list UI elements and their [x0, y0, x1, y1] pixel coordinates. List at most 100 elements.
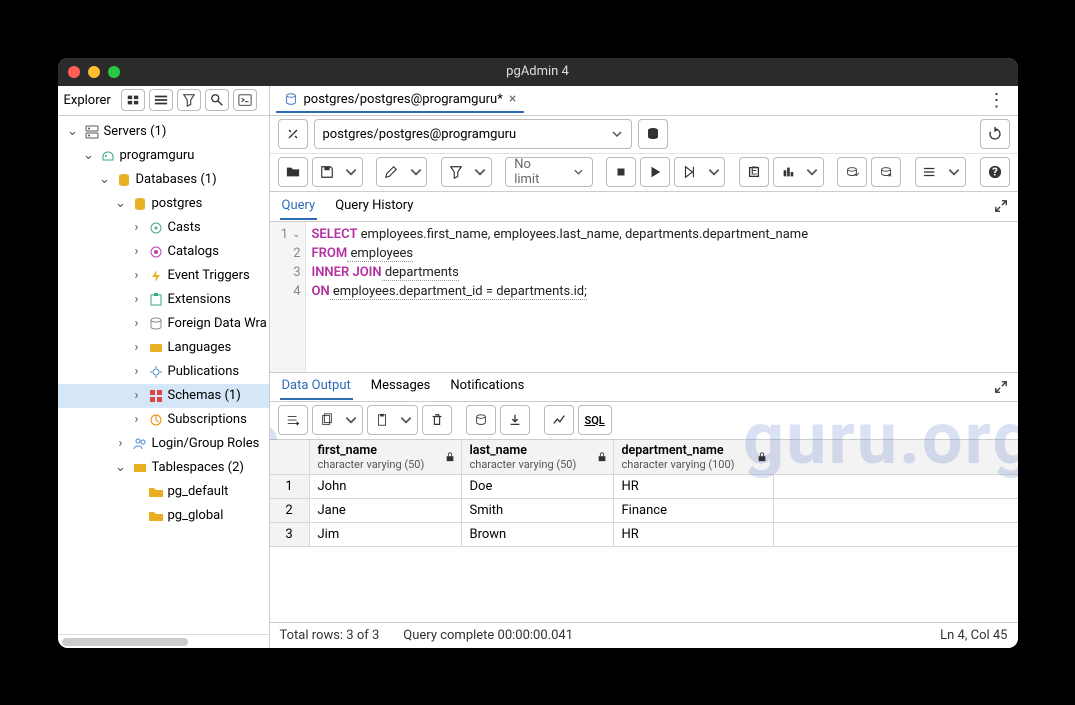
status-time: Query complete 00:00:00.041 — [403, 628, 573, 643]
object-tree[interactable]: ⌄Servers (1)⌄programguru⌄Databases (1)⌄p… — [58, 116, 269, 634]
delete-row-button[interactable] — [422, 405, 452, 435]
connection-selector[interactable]: postgres/postgres@programguru — [314, 119, 632, 149]
svg-text:E: E — [751, 165, 758, 178]
explain-button[interactable] — [674, 157, 704, 187]
tab-notifications[interactable]: Notifications — [448, 373, 526, 400]
row-limit-selector[interactable]: No limit — [505, 157, 593, 187]
tab-query-history[interactable]: Query History — [333, 193, 415, 220]
macros-button[interactable] — [915, 157, 945, 187]
save-dropdown[interactable] — [341, 157, 363, 187]
tree-node[interactable]: pg_default — [58, 480, 269, 504]
edit-dropdown[interactable] — [405, 157, 427, 187]
horizontal-scrollbar[interactable] — [58, 634, 269, 648]
expand-output-icon[interactable] — [994, 380, 1008, 394]
query-tool-icon[interactable] — [121, 89, 145, 111]
tree-node[interactable]: ›Extensions — [58, 288, 269, 312]
add-row-button[interactable] — [278, 405, 308, 435]
query-toolbar: No limit E ? — [270, 154, 1018, 192]
tree-node[interactable]: ⌄Databases (1) — [58, 168, 269, 192]
tree-node[interactable]: ›Event Triggers — [58, 264, 269, 288]
tab-menu-icon[interactable]: ⋮ — [982, 90, 1012, 111]
search-icon[interactable] — [205, 89, 229, 111]
column-header[interactable]: department_namecharacter varying (100) — [614, 440, 774, 474]
execute-button[interactable] — [640, 157, 670, 187]
macros-dropdown[interactable] — [944, 157, 966, 187]
tree-node[interactable]: ›Schemas (1) — [58, 384, 269, 408]
tree-node[interactable]: ›Subscriptions — [58, 408, 269, 432]
sidebar: Explorer ⌄Servers (1)⌄programguru⌄Databa… — [58, 86, 270, 648]
explain-analyze-button[interactable]: E — [739, 157, 769, 187]
sql-editor[interactable]: 1⌄ 234 SELECT employees.first_name, empl… — [270, 222, 1018, 372]
view-data-icon[interactable] — [149, 89, 173, 111]
paste-dropdown[interactable] — [396, 405, 418, 435]
status-rows: Total rows: 3 of 3 — [280, 628, 380, 643]
rollback-button[interactable] — [871, 157, 901, 187]
edit-button[interactable] — [376, 157, 406, 187]
copy-dropdown[interactable] — [341, 405, 363, 435]
sql-view-button[interactable]: SQL — [578, 405, 612, 435]
sidebar-title: Explorer — [58, 93, 117, 108]
commit-button[interactable] — [837, 157, 867, 187]
explain-options-dropdown[interactable] — [802, 157, 824, 187]
paste-button[interactable] — [367, 405, 397, 435]
save-file-button[interactable] — [312, 157, 342, 187]
psql-icon[interactable] — [233, 89, 257, 111]
editor-tab[interactable]: postgres/postgres@programguru* × — [276, 87, 525, 113]
column-header[interactable]: first_namecharacter varying (50) — [310, 440, 462, 474]
chevron-down-icon — [573, 166, 584, 178]
filter-dropdown[interactable] — [470, 157, 492, 187]
main-panel: pro guru.org postgres/postgres@programgu… — [270, 86, 1018, 648]
table-row[interactable]: 3JimBrownHR — [270, 523, 1018, 547]
svg-text:?: ? — [992, 165, 998, 179]
tree-node[interactable]: ›Foreign Data Wra — [58, 312, 269, 336]
tree-node[interactable]: ⌄Servers (1) — [58, 120, 269, 144]
expand-editor-icon[interactable] — [994, 199, 1008, 213]
results-grid: first_namecharacter varying (50) last_na… — [270, 440, 1018, 547]
save-data-button[interactable] — [466, 405, 496, 435]
tab-data-output[interactable]: Data Output — [280, 373, 353, 400]
copy-button[interactable] — [312, 405, 342, 435]
tree-node[interactable]: ⌄programguru — [58, 144, 269, 168]
download-button[interactable] — [500, 405, 530, 435]
table-row[interactable]: 2JaneSmithFinance — [270, 499, 1018, 523]
lock-icon — [757, 452, 767, 462]
tab-query[interactable]: Query — [280, 193, 318, 220]
tab-messages[interactable]: Messages — [369, 373, 433, 400]
connection-status-icon[interactable] — [278, 119, 308, 149]
explain-options-button[interactable] — [773, 157, 803, 187]
help-button[interactable]: ? — [980, 157, 1010, 187]
reset-layout-icon[interactable] — [980, 119, 1010, 149]
lock-icon — [597, 452, 607, 462]
connection-label: postgres/postgres@programguru — [323, 127, 517, 142]
table-row[interactable]: 1JohnDoeHR — [270, 475, 1018, 499]
close-tab-icon[interactable]: × — [509, 91, 516, 107]
tree-node[interactable]: ⌄Tablespaces (2) — [58, 456, 269, 480]
tree-node[interactable]: ›Languages — [58, 336, 269, 360]
explain-dropdown[interactable] — [703, 157, 725, 187]
lock-icon — [445, 452, 455, 462]
open-file-button[interactable] — [278, 157, 308, 187]
status-bar: Total rows: 3 of 3 Query complete 00:00:… — [270, 622, 1018, 648]
tree-node[interactable]: ›Casts — [58, 216, 269, 240]
filter-rows-icon[interactable] — [177, 89, 201, 111]
app-window: pgAdmin 4 Explorer ⌄Servers (1)⌄programg… — [58, 58, 1018, 648]
database-icon — [284, 92, 298, 106]
tree-node[interactable]: ›Publications — [58, 360, 269, 384]
graph-button[interactable] — [544, 405, 574, 435]
column-header[interactable]: last_namecharacter varying (50) — [462, 440, 614, 474]
stop-button[interactable] — [606, 157, 636, 187]
line-gutter: 1⌄ 234 — [270, 222, 306, 372]
limit-label: No limit — [514, 157, 555, 187]
window-title: pgAdmin 4 — [58, 64, 1018, 79]
filter-button[interactable] — [441, 157, 471, 187]
results-toolbar: SQL — [270, 402, 1018, 440]
status-cursor: Ln 4, Col 45 — [940, 628, 1007, 643]
row-header-corner — [270, 440, 310, 474]
tree-node[interactable]: pg_global — [58, 504, 269, 528]
chevron-down-icon — [611, 128, 623, 140]
tree-node[interactable]: ›Catalogs — [58, 240, 269, 264]
tree-node[interactable]: ⌄postgres — [58, 192, 269, 216]
tree-node[interactable]: ›Login/Group Roles — [58, 432, 269, 456]
titlebar: pgAdmin 4 — [58, 58, 1018, 86]
new-connection-icon[interactable] — [638, 119, 668, 149]
